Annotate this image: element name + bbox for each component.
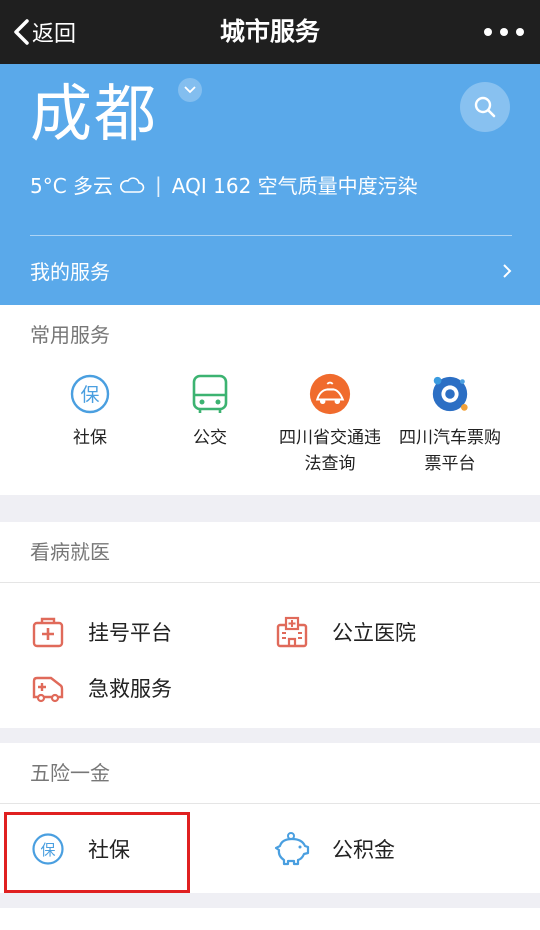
back-label: 返回	[32, 22, 77, 47]
weather-info: 5°C 多云 | AQI 162 空气质量中度污染	[30, 170, 418, 199]
more-icon-dot	[516, 28, 524, 36]
my-services-row[interactable]: 我的服务	[0, 236, 540, 305]
service-bus-ticket[interactable]: 四川汽车票购票平台	[390, 373, 510, 477]
section-title: 常用服务	[30, 323, 110, 347]
common-services-card: 常用服务 保 社保 公交 四川省交通违法查询 四川汽车票购票平台	[0, 305, 540, 495]
ambulance-icon	[30, 670, 66, 706]
page-title: 城市服务	[219, 17, 320, 46]
city-switch-button[interactable]	[178, 78, 202, 102]
piggy-bank-icon	[274, 831, 310, 867]
back-button[interactable]: 返回	[12, 14, 76, 50]
service-registration[interactable]: 挂号平台	[30, 614, 172, 650]
section-divider	[0, 803, 540, 804]
weather-aqi: AQI 162 空气质量中度污染	[171, 174, 418, 198]
chevron-down-icon	[184, 86, 196, 94]
svg-text:保: 保	[80, 384, 99, 406]
service-label: 公立医院	[332, 621, 416, 645]
section-title: 五险一金	[30, 761, 110, 785]
bus-ticket-icon	[429, 373, 471, 415]
social-security-icon: 保	[69, 373, 111, 415]
service-label: 社保	[88, 838, 130, 862]
service-social-security[interactable]: 保 社保	[30, 373, 150, 477]
service-public-hospital[interactable]: 公立医院	[274, 614, 416, 650]
search-icon	[474, 96, 496, 118]
insurance-fund-card: 五险一金 保 社保 公积金	[0, 743, 540, 893]
more-icon	[484, 28, 492, 36]
my-services-label: 我的服务	[30, 260, 110, 284]
more-icon-dot	[500, 28, 508, 36]
service-label: 公积金	[332, 838, 395, 862]
city-hero: 成都 5°C 多云 | AQI 162 空气质量中度污染 我的服务	[0, 64, 540, 305]
service-emergency[interactable]: 急救服务	[30, 670, 172, 706]
medical-card: 看病就医 挂号平台 公立医院 急救服务	[0, 522, 540, 728]
bus-icon	[189, 373, 231, 415]
chevron-right-icon	[503, 263, 512, 278]
service-label: 四川汽车票购票平台	[399, 428, 501, 474]
service-label: 四川省交通违法查询	[279, 428, 381, 474]
more-button[interactable]	[484, 20, 524, 44]
service-label: 急救服务	[88, 677, 172, 701]
top-nav-bar: 返回 城市服务	[0, 0, 540, 64]
search-button[interactable]	[460, 82, 510, 132]
section-divider	[0, 582, 540, 583]
service-traffic-violation[interactable]: 四川省交通违法查询	[270, 373, 390, 477]
registration-icon	[30, 614, 66, 650]
service-social-security-list[interactable]: 保 社保	[30, 831, 130, 867]
service-bus[interactable]: 公交	[150, 373, 270, 477]
next-section-card	[0, 908, 540, 930]
svg-text:保: 保	[40, 841, 55, 859]
traffic-violation-icon	[309, 373, 351, 415]
service-housing-fund[interactable]: 公积金	[274, 831, 395, 867]
service-label: 挂号平台	[88, 621, 172, 645]
service-label: 公交	[193, 428, 227, 448]
cloud-icon	[120, 176, 145, 193]
common-services-grid: 保 社保 公交 四川省交通违法查询 四川汽车票购票平台	[30, 373, 510, 477]
weather-temp: 5°C 多云	[30, 174, 114, 198]
chevron-left-icon	[14, 19, 29, 45]
section-title: 看病就医	[30, 540, 110, 564]
hospital-icon	[274, 614, 310, 650]
city-name[interactable]: 成都	[30, 74, 158, 154]
social-security-icon: 保	[30, 831, 66, 867]
service-label: 社保	[73, 428, 107, 448]
weather-separator: |	[155, 172, 162, 197]
